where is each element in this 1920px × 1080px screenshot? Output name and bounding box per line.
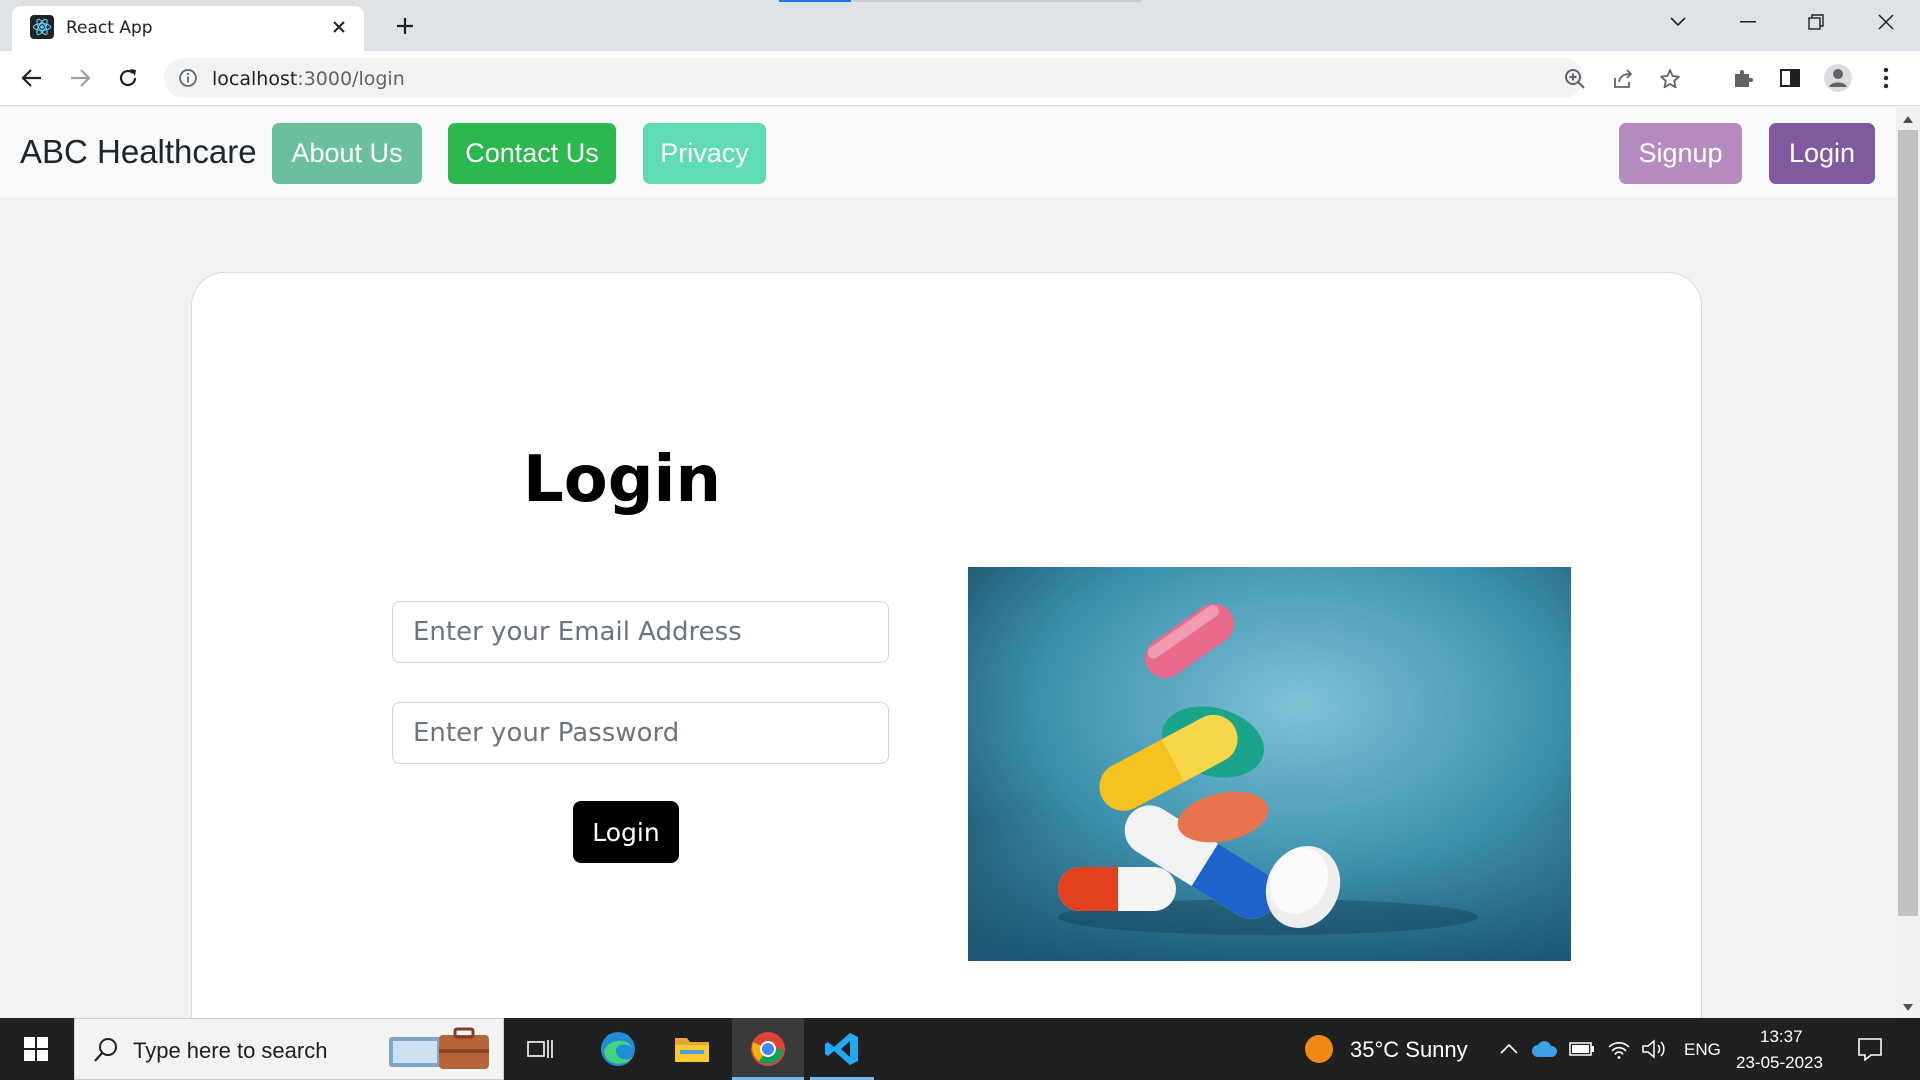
about-us-button[interactable]: About Us [272,123,422,184]
browser-toolbar: localhost:3000/login [0,51,1920,106]
nav-login-button[interactable]: Login [1769,123,1875,184]
login-card: Login Login [191,272,1702,1018]
contact-us-button[interactable]: Contact Us [448,123,616,184]
login-heading: Login [522,443,722,517]
scroll-up-icon[interactable] [1900,111,1916,127]
search-highlight-illustration-icon [389,1027,499,1077]
volume-icon[interactable] [1638,1018,1670,1080]
weather-text[interactable]: 35°C Sunny [1350,1037,1468,1063]
close-window-icon[interactable] [1856,6,1916,38]
back-icon[interactable] [15,61,49,95]
tab-strip-indicator [779,0,851,2]
taskbar-search-box[interactable]: Type here to search [74,1018,504,1080]
tab-strip-indicator-track [851,0,1141,2]
taskbar-search-placeholder: Type here to search [133,1038,328,1063]
search-icon [93,1037,119,1067]
notifications-icon[interactable] [1850,1018,1890,1080]
site-navbar: ABC Healthcare About Us Contact Us Priva… [0,107,1896,198]
url-path: :3000/login [297,68,405,90]
address-bar[interactable]: localhost:3000/login [164,58,1680,98]
scroll-down-icon[interactable] [1900,999,1916,1015]
language-indicator[interactable]: ENG [1684,1040,1721,1060]
tab-search-chevron-icon[interactable] [1648,6,1708,38]
windows-start-icon[interactable] [10,1018,62,1080]
minimize-icon[interactable] [1718,6,1778,38]
file-explorer-icon[interactable] [662,1018,722,1080]
login-submit-button[interactable]: Login [573,801,679,863]
extensions-icon[interactable] [1726,61,1760,95]
browser-tab[interactable]: React App [12,6,364,51]
close-tab-icon[interactable] [328,16,350,38]
side-panel-icon[interactable] [1773,61,1807,95]
new-tab-icon[interactable] [390,11,420,41]
vscode-icon[interactable] [810,1018,874,1080]
weather-sun-icon[interactable] [1302,1018,1336,1080]
chrome-icon[interactable] [732,1018,804,1080]
task-view-icon[interactable] [514,1018,566,1080]
wifi-icon[interactable] [1604,1018,1634,1080]
onedrive-cloud-icon[interactable] [1530,1018,1560,1080]
zoom-icon[interactable] [1563,67,1587,91]
clock-date[interactable]: 23-05-2023 [1736,1053,1823,1073]
url-text[interactable]: localhost:3000/login [212,68,405,90]
tray-chevron-up-icon[interactable] [1496,1018,1522,1080]
profile-avatar-icon[interactable] [1821,61,1855,95]
bookmark-star-icon[interactable] [1658,67,1682,91]
scrollbar-thumb[interactable] [1898,130,1918,916]
restore-icon[interactable] [1786,6,1846,38]
site-info-icon[interactable] [178,68,198,88]
signup-button[interactable]: Signup [1619,123,1742,184]
forward-icon[interactable] [63,61,97,95]
clock-time[interactable]: 13:37 [1760,1027,1803,1047]
url-host: localhost [212,68,298,90]
share-icon[interactable] [1611,67,1635,91]
battery-icon[interactable] [1566,1018,1598,1080]
email-input[interactable] [392,601,889,663]
password-input[interactable] [392,702,889,764]
edge-browser-icon[interactable] [590,1018,646,1080]
site-brand[interactable]: ABC Healthcare [20,133,257,171]
react-favicon-icon [30,15,54,39]
browser-menu-icon[interactable] [1869,61,1903,95]
page-viewport: ABC Healthcare About Us Contact Us Priva… [0,107,1896,1018]
pills-illustration [968,567,1571,961]
browser-tab-strip: React App [0,0,1920,51]
windows-taskbar: Type here to search 35°C Sunny ENG 13:37… [0,1018,1920,1080]
privacy-button[interactable]: Privacy [643,123,766,184]
reload-icon[interactable] [111,61,145,95]
tab-title: React App [66,18,153,38]
